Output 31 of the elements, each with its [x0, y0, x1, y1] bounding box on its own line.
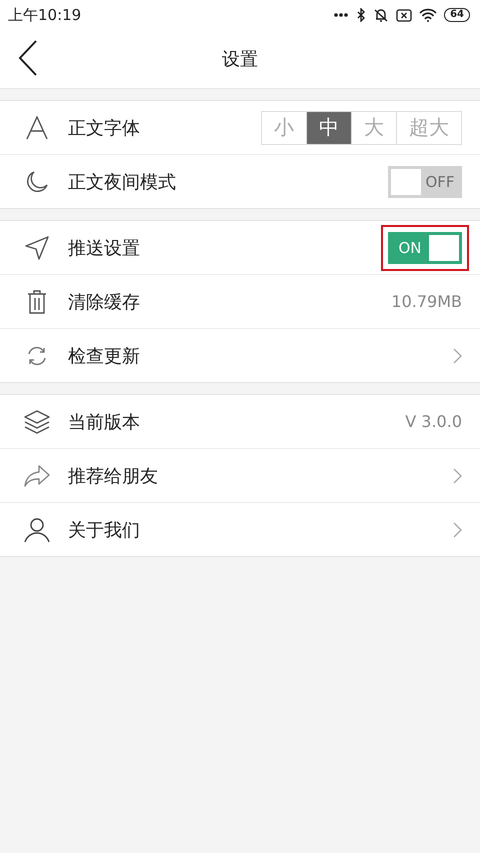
row-label: 推送设置 [68, 236, 141, 260]
row-label: 推荐给朋友 [68, 464, 159, 488]
row-label: 当前版本 [68, 410, 141, 434]
settings-row[interactable]: 正文夜间模式 OFF [0, 155, 480, 208]
row-label: 正文字体 [68, 116, 141, 140]
back-button[interactable] [18, 40, 38, 76]
row-label: 检查更新 [68, 344, 141, 368]
row-value: V 3.0.0 [405, 412, 462, 431]
settings-row[interactable]: 当前版本 V 3.0.0 [0, 395, 480, 449]
chevron-right-icon [453, 522, 462, 538]
row-label: 关于我们 [68, 518, 141, 542]
muted-bell-icon [373, 8, 390, 22]
battery-indicator: 64 [444, 8, 470, 22]
settings-row[interactable]: 关于我们 [0, 503, 480, 556]
settings-row[interactable]: 清除缓存 10.79MB [0, 275, 480, 329]
row-label: 清除缓存 [68, 290, 141, 314]
font-size-option[interactable]: 中 [306, 112, 351, 144]
row-label: 正文夜间模式 [68, 170, 177, 194]
settings-row[interactable]: 正文字体 小 中 大 超大 [0, 101, 480, 155]
more-dots-icon [333, 12, 350, 18]
chevron-right-icon [453, 468, 462, 484]
sim-icon [396, 8, 412, 22]
row-value: 10.79MB [391, 292, 462, 311]
bluetooth-icon [356, 8, 366, 22]
chevron-right-icon [453, 348, 462, 364]
status-time: 上午10:19 [8, 6, 82, 24]
settings-row[interactable]: 推送设置 ON [0, 221, 480, 275]
wifi-icon [419, 8, 438, 22]
page-title: 设置 [222, 48, 258, 71]
settings-row[interactable]: 检查更新 [0, 329, 480, 382]
settings-row[interactable]: 推荐给朋友 [0, 449, 480, 503]
